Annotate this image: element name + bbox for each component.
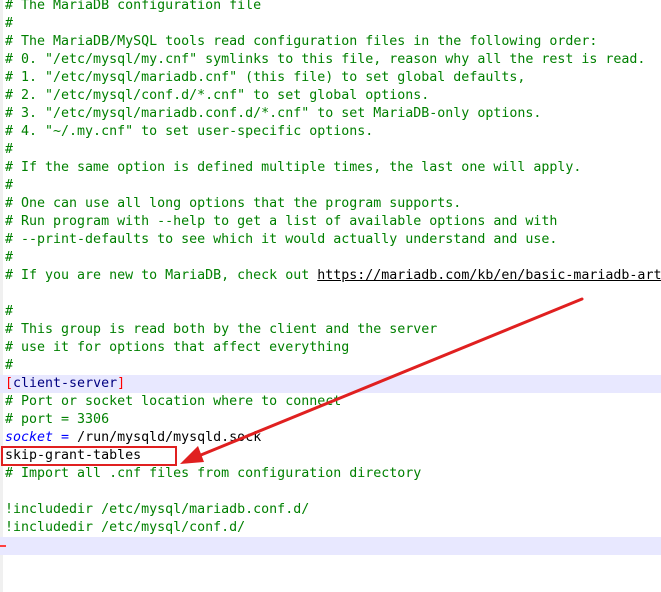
- code-line-section[interactable]: [client-server]: [0, 375, 661, 393]
- code-line[interactable]: # Run program with --help to get a list …: [0, 213, 661, 231]
- section-bracket-open: [: [5, 376, 14, 391]
- socket-key: socket: [5, 430, 54, 445]
- code-line[interactable]: # The MariaDB configuration file: [0, 0, 661, 15]
- code-line[interactable]: #: [0, 141, 661, 159]
- section-name: client-server: [13, 376, 118, 391]
- code-line[interactable]: [0, 285, 661, 303]
- caret-marker: [0, 545, 6, 547]
- socket-operator: =: [53, 430, 78, 445]
- code-line[interactable]: !includedir /etc/mysql/conf.d/: [0, 519, 661, 537]
- code-line[interactable]: # 4. "~/.my.cnf" to set user-specific op…: [0, 123, 661, 141]
- code-line[interactable]: #: [0, 357, 661, 375]
- socket-value: /run/mysqld/mysqld.sock: [77, 430, 262, 445]
- code-line[interactable]: #: [0, 15, 661, 33]
- code-line[interactable]: # 2. "/etc/mysql/conf.d/*.cnf" to set gl…: [0, 87, 661, 105]
- code-line[interactable]: # 1. "/etc/mysql/mariadb.cnf" (this file…: [0, 69, 661, 87]
- code-line[interactable]: [0, 483, 661, 501]
- code-line[interactable]: #: [0, 177, 661, 195]
- code-line[interactable]: # port = 3306: [0, 411, 661, 429]
- code-line[interactable]: #: [0, 249, 661, 267]
- code-line[interactable]: !includedir /etc/mysql/mariadb.conf.d/: [0, 501, 661, 519]
- code-line-current[interactable]: [0, 537, 661, 555]
- section-bracket-close: ]: [117, 376, 126, 391]
- code-line[interactable]: # This group is read both by the client …: [0, 321, 661, 339]
- code-line[interactable]: # 0. "/etc/mysql/my.cnf" symlinks to thi…: [0, 51, 661, 69]
- code-line[interactable]: # use it for options that affect everyth…: [0, 339, 661, 357]
- code-line[interactable]: # The MariaDB/MySQL tools read configura…: [0, 33, 661, 51]
- text-editor[interactable]: # The MariaDB configuration file # # The…: [0, 0, 661, 592]
- comment-text: # If you are new to MariaDB, check out: [5, 268, 318, 283]
- code-line[interactable]: # 3. "/etc/mysql/mariadb.conf.d/*.cnf" t…: [0, 105, 661, 123]
- code-line[interactable]: # One can use all long options that the …: [0, 195, 661, 213]
- code-line[interactable]: # Import all .cnf files from configurati…: [0, 465, 661, 483]
- section-header: [client-server]: [5, 376, 125, 391]
- code-line[interactable]: # Port or socket location where to conne…: [0, 393, 661, 411]
- code-line-socket[interactable]: socket = /run/mysqld/mysqld.sock: [0, 429, 661, 447]
- highlight-box-annotation: [1, 446, 177, 466]
- code-line-with-url[interactable]: # If you are new to MariaDB, check out h…: [0, 267, 661, 285]
- code-line[interactable]: # --print-defaults to see which it would…: [0, 231, 661, 249]
- mariadb-link[interactable]: https://mariadb.com/kb/en/basic-mariadb-…: [317, 268, 661, 283]
- code-line[interactable]: # If the same option is defined multiple…: [0, 159, 661, 177]
- code-line[interactable]: #: [0, 303, 661, 321]
